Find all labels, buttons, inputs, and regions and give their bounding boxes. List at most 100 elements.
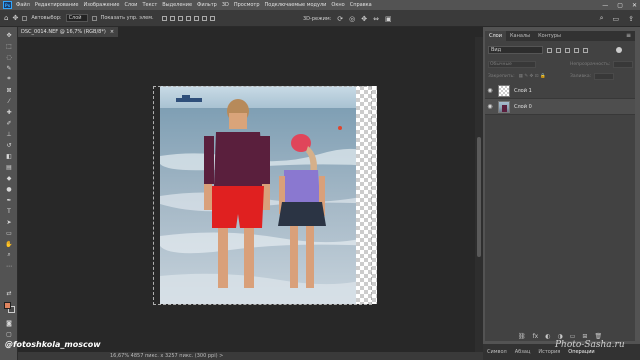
smart-object-filter-icon[interactable] <box>583 47 588 53</box>
menu-layers[interactable]: Слои <box>124 2 137 8</box>
blur-tool-icon[interactable]: ◆ <box>5 174 13 182</box>
quick-select-tool-icon[interactable]: ✎ <box>5 64 13 72</box>
zoom-tool-icon[interactable]: ⌕ <box>5 251 13 259</box>
group-icon[interactable]: ▭ <box>570 333 576 340</box>
tab-layers[interactable]: Слои <box>485 31 506 41</box>
vertical-scrollbar[interactable] <box>475 37 483 352</box>
menu-file[interactable]: Файл <box>16 2 30 8</box>
orbit-icon[interactable]: ⟳ <box>337 15 343 23</box>
menu-3d[interactable]: 3D <box>222 2 229 8</box>
history-brush-tool-icon[interactable]: ↺ <box>5 141 13 149</box>
close-tab-button[interactable]: × <box>110 29 114 35</box>
swap-colors-icon[interactable]: ⇄ <box>5 289 13 297</box>
menu-select[interactable]: Выделение <box>162 2 192 8</box>
distribute-icon[interactable] <box>209 15 215 21</box>
mode-3d-group: 3D-режим: ⟳ ◎ ✥ ⇔ ▣ <box>303 10 392 27</box>
hand-tool-icon[interactable]: ✋ <box>5 240 13 248</box>
menu-window[interactable]: Окно <box>331 2 344 8</box>
visibility-eye-icon[interactable]: ◉ <box>485 103 495 110</box>
home-icon[interactable]: ⌂ <box>4 14 8 22</box>
workspace-icon[interactable]: ▭ <box>613 15 620 23</box>
type-filter-icon[interactable] <box>565 47 570 53</box>
foreground-color-swatch[interactable] <box>4 302 11 309</box>
pan-icon[interactable]: ✥ <box>361 15 367 23</box>
menu-plugins[interactable]: Подключаемые модули <box>265 2 327 8</box>
gradient-tool-icon[interactable]: ▤ <box>5 163 13 171</box>
menu-edit[interactable]: Редактирование <box>35 2 79 8</box>
new-layer-icon[interactable]: ⊞ <box>582 333 587 340</box>
blend-mode-dropdown[interactable]: Обычные <box>488 60 536 68</box>
visibility-eye-icon[interactable]: ◉ <box>485 87 495 94</box>
lock-icons[interactable]: ▦ ✎ ✥ ⊡ 🔒 <box>519 74 546 79</box>
opacity-field[interactable] <box>613 60 634 68</box>
roll-icon[interactable]: ◎ <box>349 15 355 23</box>
lasso-tool-icon[interactable]: ◌ <box>5 53 13 61</box>
align-bottom-icon[interactable] <box>201 15 207 21</box>
quick-mask-icon[interactable]: ◙ <box>5 319 13 327</box>
shape-tool-icon[interactable]: ▭ <box>5 229 13 237</box>
link-layers-icon[interactable]: ⛓ <box>518 333 526 340</box>
shape-filter-icon[interactable] <box>574 47 579 53</box>
close-window-button[interactable]: ✕ <box>632 2 637 9</box>
crop-tool-icon[interactable]: ⌗ <box>5 75 13 83</box>
eyedropper-tool-icon[interactable]: ⁄ <box>5 97 13 105</box>
scale-icon[interactable]: ▣ <box>385 15 392 23</box>
menu-help[interactable]: Справка <box>350 2 372 8</box>
tab-character[interactable]: Символ <box>483 349 511 355</box>
trash-icon[interactable]: 🗑 <box>594 333 602 340</box>
maximize-button[interactable]: ▢ <box>617 2 623 9</box>
filter-toggle[interactable] <box>616 47 622 53</box>
share-icon[interactable]: ⇪ <box>628 15 634 23</box>
align-right-icon[interactable] <box>177 15 183 21</box>
align-top-icon[interactable] <box>185 15 191 21</box>
show-controls-checkbox[interactable] <box>91 15 97 21</box>
autoselect-checkbox[interactable] <box>22 15 28 21</box>
path-select-tool-icon[interactable]: ➤ <box>5 218 13 226</box>
tab-paths[interactable]: Контуры <box>534 31 565 41</box>
layer-kind-dropdown[interactable]: Вид <box>488 46 543 54</box>
menu-view[interactable]: Просмотр <box>234 2 260 8</box>
align-center-icon[interactable] <box>169 15 175 21</box>
menu-image[interactable]: Изображение <box>83 2 119 8</box>
layer-row-1[interactable]: ◉ Слой 1 <box>485 83 635 99</box>
adjustment-icon[interactable]: ◑ <box>557 333 562 340</box>
dodge-tool-icon[interactable]: ● <box>5 185 13 193</box>
photoshop-logo[interactable]: Ps <box>3 1 12 9</box>
search-icon[interactable]: ⌕ <box>600 14 604 23</box>
fill-field[interactable] <box>594 72 615 80</box>
scrollbar-thumb[interactable] <box>477 137 481 257</box>
slide-icon[interactable]: ⇔ <box>373 15 379 23</box>
healing-tool-icon[interactable]: ✚ <box>5 108 13 116</box>
tab-channels[interactable]: Каналы <box>506 31 534 41</box>
frame-tool-icon[interactable]: ⊠ <box>5 86 13 94</box>
layer-row-0[interactable]: ◉ Слой 0 <box>485 99 635 115</box>
minimize-button[interactable]: — <box>602 2 608 9</box>
clone-stamp-tool-icon[interactable]: ⊥ <box>5 130 13 138</box>
status-text[interactable]: 16,67% 4857 пикс. x 3257 пикс. (300 ppi)… <box>110 353 223 359</box>
canvas-area[interactable] <box>18 37 475 352</box>
align-middle-icon[interactable] <box>193 15 199 21</box>
menu-bar: Ps Файл Редактирование Изображение Слои … <box>0 0 640 10</box>
mask-icon[interactable]: ◐ <box>545 333 550 340</box>
brush-tool-icon[interactable]: ✐ <box>5 119 13 127</box>
move-tool-icon[interactable]: ✥ <box>12 14 18 22</box>
pixel-filter-icon[interactable] <box>547 47 552 53</box>
more-tools-icon[interactable]: ⋯ <box>5 262 13 270</box>
move-tool-icon[interactable]: ✥ <box>5 31 13 39</box>
menu-text[interactable]: Текст <box>142 2 157 8</box>
eraser-tool-icon[interactable]: ◧ <box>5 152 13 160</box>
pen-tool-icon[interactable]: ✒ <box>5 196 13 204</box>
menu-filter[interactable]: Фильтр <box>197 2 217 8</box>
panel-menu-icon[interactable]: ≡ <box>626 32 631 39</box>
type-tool-icon[interactable]: T <box>5 207 13 215</box>
document-tab[interactable]: DSC_0014.NEF @ 16,7% (RGB/8*) × <box>18 27 118 37</box>
align-left-icon[interactable] <box>161 15 167 21</box>
screen-mode-icon[interactable]: ▢ <box>5 330 13 338</box>
fx-icon[interactable]: fx <box>533 333 539 340</box>
canvas-image[interactable] <box>160 86 377 304</box>
adjustment-filter-icon[interactable] <box>556 47 561 53</box>
autoselect-dropdown[interactable]: Слой <box>65 14 88 22</box>
tab-paragraph[interactable]: Абзац <box>511 349 535 355</box>
document-tab-title: DSC_0014.NEF @ 16,7% (RGB/8*) <box>21 29 106 35</box>
marquee-tool-icon[interactable]: ⬚ <box>5 42 13 50</box>
